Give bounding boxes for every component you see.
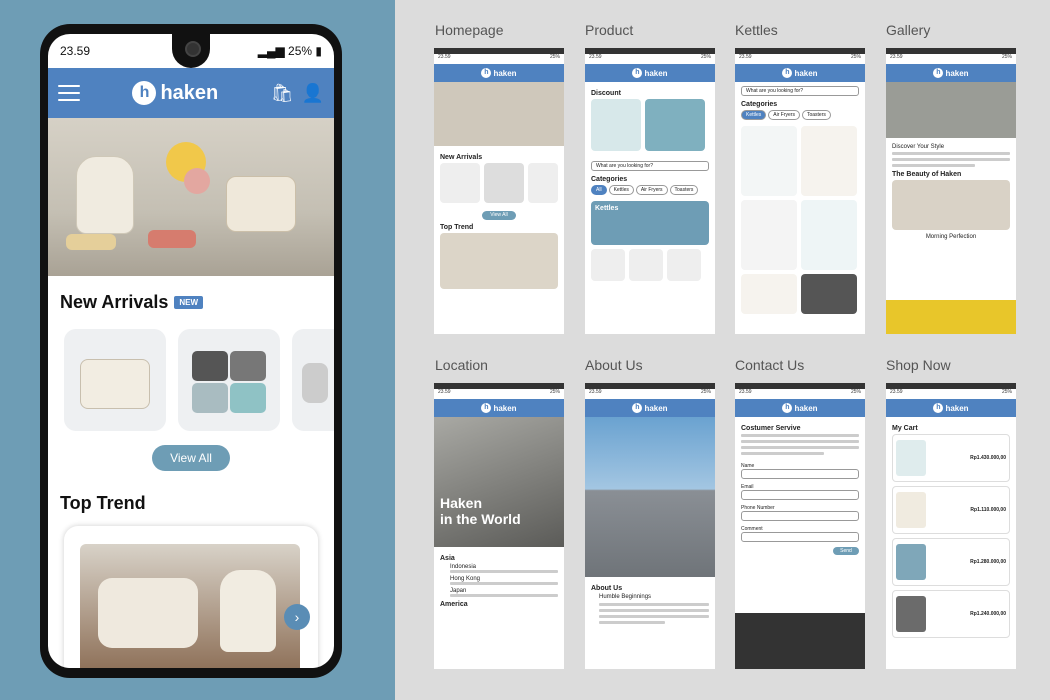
location-screen-thumb[interactable]: 23.59 25% h haken Haken in the World Asia … — [434, 383, 564, 669]
mini-heading: Categories — [741, 101, 778, 108]
phone-showcase-panel: 23.59 ▂▄▆ 25% ▮ h haken 🛍 👤 New Arrivals… — [0, 0, 395, 700]
mini-search-input: What are you looking for? — [591, 161, 709, 171]
logo-mark-icon: h — [132, 81, 157, 105]
mini-heading: Costumer Servive — [741, 425, 801, 432]
menu-icon[interactable] — [58, 85, 80, 101]
mini-heading: Top Trend — [440, 224, 474, 231]
mini-view-all-button: View All — [482, 211, 516, 220]
app-header: h haken 🛍 👤 — [48, 68, 334, 118]
contact-heading: Contact Us — [735, 357, 805, 373]
mini-text: Morning Perfection — [925, 234, 977, 240]
top-trend-heading: Top Trend — [60, 493, 146, 513]
cake-illustration — [148, 230, 196, 248]
hero-banner-image — [48, 118, 334, 276]
mini-heading: America — [440, 601, 468, 608]
status-battery: ▂▄▆ 25% ▮ — [257, 44, 322, 58]
about-screen-thumb[interactable]: 23.59 25% h haken About Us Humble Beginnin… — [585, 383, 715, 669]
new-badge: NEW — [174, 296, 204, 309]
mini-heading: My Cart — [892, 425, 918, 432]
shopping-bag-icon[interactable]: 🛍 — [271, 83, 294, 104]
gallery-screen-thumb[interactable]: 23.59 25% h haken Discover Your Style The … — [886, 48, 1016, 334]
toaster-illustration — [226, 176, 296, 232]
mini-heading: The Beauty of Haken — [892, 171, 962, 178]
product-card[interactable] — [292, 329, 334, 431]
top-trend-product-image — [80, 544, 300, 668]
bread-illustration — [66, 234, 116, 250]
chevron-right-icon[interactable]: › — [284, 604, 310, 630]
brand-name: haken — [160, 81, 219, 104]
flower-illustration — [184, 168, 210, 194]
phone-frame: 23.59 ▂▄▆ 25% ▮ h haken 🛍 👤 New Arrivals… — [40, 24, 342, 678]
gallery-heading: Gallery — [886, 22, 931, 38]
shop-screen-thumb[interactable]: 23.59 25% h haken My Cart Rp1.430.000,00 R… — [886, 383, 1016, 669]
mini-heading: Discount — [591, 90, 621, 97]
homepage-heading: Homepage — [435, 22, 504, 38]
homepage-screen-thumb[interactable]: 23.59 25% h haken New Arrivals View All To… — [434, 48, 564, 334]
mini-send-button: Send — [833, 547, 859, 555]
mini-heading: About Us — [591, 585, 623, 592]
mini-search-input: What are you looking for? — [741, 86, 859, 96]
screens-overview-panel: Homepage Product Kettles Gallery 23.59 25… — [395, 0, 1050, 700]
mini-hero-title: in the World — [440, 511, 521, 527]
product-card[interactable] — [64, 329, 166, 431]
mini-heading: New Arrivals — [440, 154, 483, 161]
location-heading: Location — [435, 357, 488, 373]
product-screen-thumb[interactable]: 23.59 25% h haken Discount What are you lo… — [585, 48, 715, 334]
mini-banner: Kettles — [591, 201, 709, 245]
new-arrivals-heading: New Arrivals NEW — [48, 292, 334, 313]
mini-text: Discover Your Style — [892, 144, 945, 150]
brand-logo[interactable]: h haken — [132, 81, 218, 105]
top-trend-card[interactable]: › — [64, 526, 318, 668]
mini-heading: Asia — [440, 555, 455, 562]
kettle-illustration — [76, 156, 134, 234]
view-all-button[interactable]: View All — [152, 445, 230, 471]
mini-hero-title: Haken — [440, 495, 483, 511]
product-heading: Product — [585, 22, 634, 38]
status-time: 23.59 — [60, 44, 91, 58]
about-heading: About Us — [585, 357, 643, 373]
user-icon[interactable]: 👤 — [302, 83, 324, 104]
kettles-screen-thumb[interactable]: 23.59 25% h haken What are you looking for… — [735, 48, 865, 334]
kettles-heading: Kettles — [735, 22, 778, 38]
product-card[interactable] — [178, 329, 280, 431]
phone-screen: 23.59 ▂▄▆ 25% ▮ h haken 🛍 👤 New Arrivals… — [48, 34, 334, 668]
new-arrivals-carousel[interactable] — [48, 329, 334, 431]
contact-screen-thumb[interactable]: 23.59 25% h haken Costumer Servive Name Em… — [735, 383, 865, 669]
mini-heading: Categories — [591, 176, 628, 183]
shop-heading: Shop Now — [886, 357, 951, 373]
